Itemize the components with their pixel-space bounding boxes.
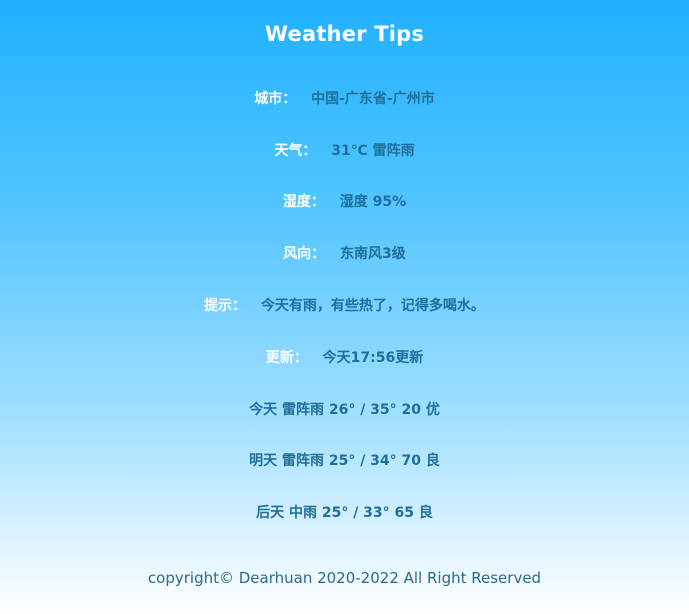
copyright-footer: copyright© Dearhuan 2020-2022 All Right … xyxy=(147,569,542,587)
forecast-day-after: 后天 中雨 25° / 33° 65 良 xyxy=(256,505,433,521)
humidity-row: 湿度： 湿度 95% xyxy=(0,193,689,211)
update-row: 更新： 今天17:56更新 xyxy=(0,349,689,367)
wind-label: 风向： xyxy=(283,246,326,262)
city-row: 城市： 中国-广东省-广州市 xyxy=(0,90,689,108)
page-title: Weather Tips xyxy=(264,22,425,46)
wind-row: 风向： 东南风3级 xyxy=(0,245,689,263)
tip-row: 提示： 今天有雨，有些热了，记得多喝水。 xyxy=(0,297,689,315)
wind-value: 东南风3级 xyxy=(340,246,406,262)
update-label: 更新： xyxy=(265,350,308,366)
weather-value: 31℃ 雷阵雨 xyxy=(331,143,415,159)
weather-row: 天气： 31℃ 雷阵雨 xyxy=(0,142,689,160)
forecast-tomorrow: 明天 雷阵雨 25° / 34° 70 良 xyxy=(249,453,440,469)
weather-card: Weather Tips 城市： 中国-广东省-广州市 天气： 31℃ 雷阵雨 … xyxy=(0,0,689,614)
weather-label: 天气： xyxy=(274,143,317,159)
humidity-value: 湿度 95% xyxy=(339,194,407,210)
tip-label: 提示： xyxy=(204,298,247,314)
update-value: 今天17:56更新 xyxy=(322,350,424,366)
humidity-label: 湿度： xyxy=(282,194,325,210)
tip-value: 今天有雨，有些热了，记得多喝水。 xyxy=(260,298,485,314)
forecast-today: 今天 雷阵雨 26° / 35° 20 优 xyxy=(249,402,440,418)
city-label: 城市： xyxy=(254,91,297,107)
city-value: 中国-广东省-广州市 xyxy=(311,91,435,107)
